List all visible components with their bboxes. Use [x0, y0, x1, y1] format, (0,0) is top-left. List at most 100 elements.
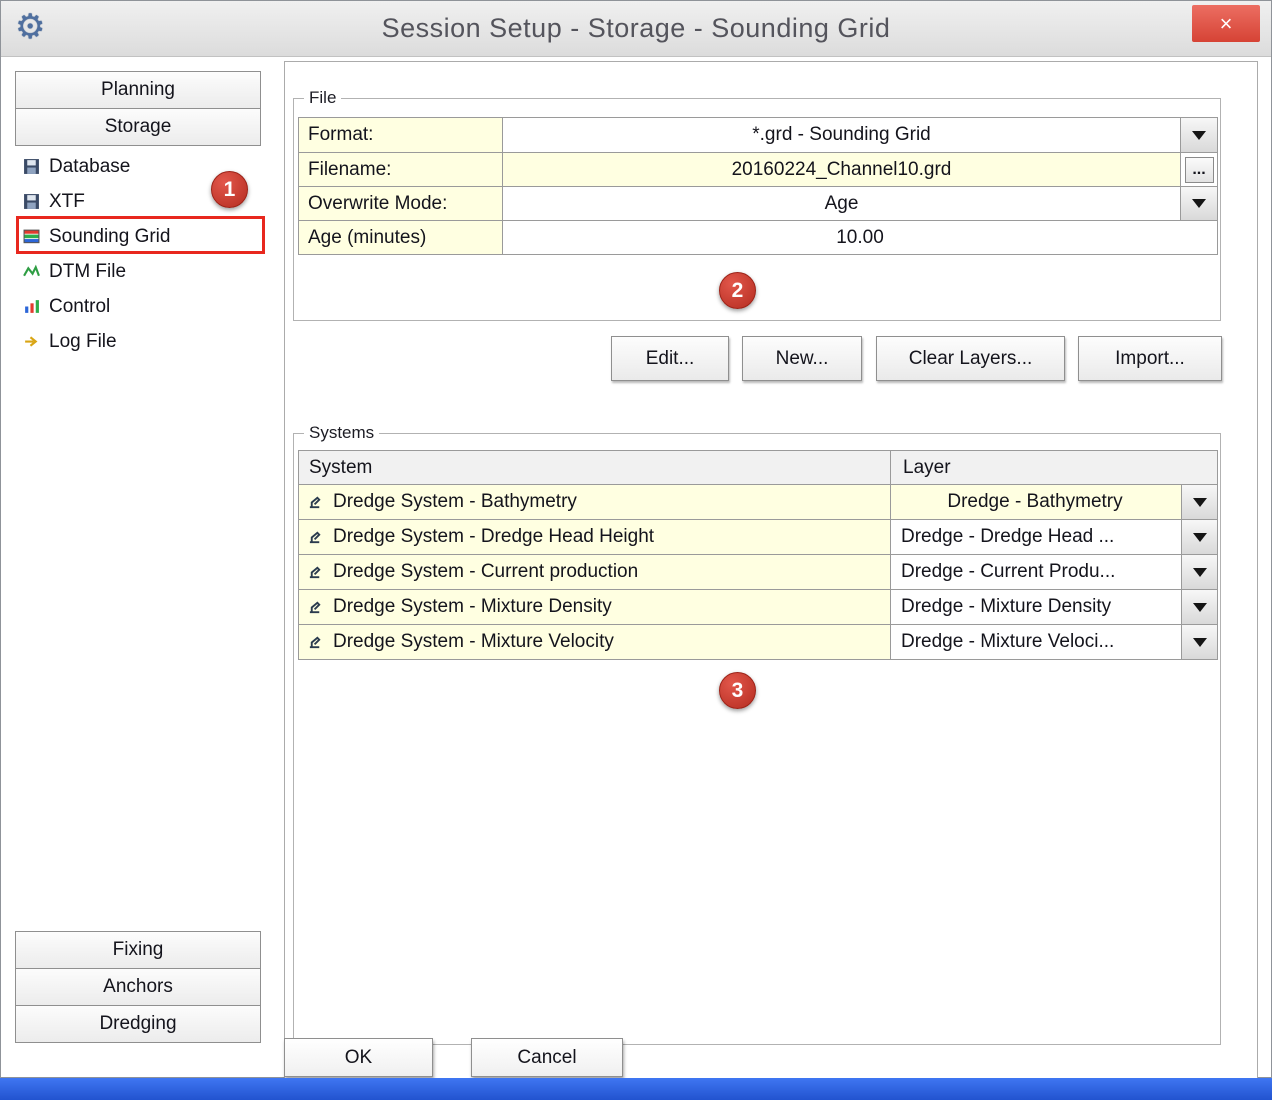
age-value[interactable]: 10.00	[503, 221, 1217, 254]
sidebar-item-label: Sounding Grid	[49, 226, 170, 248]
table-row: Dredge System - Mixture Velocity Dredge …	[299, 624, 1217, 659]
layer-cell-label: Dredge - Bathymetry	[947, 491, 1122, 513]
sidebar-item-label: Control	[49, 296, 110, 318]
titlebar: ⚙ Session Setup - Storage - Sounding Gri…	[1, 1, 1271, 57]
dredge-system-icon	[307, 494, 324, 511]
system-cell[interactable]: Dredge System - Mixture Density	[299, 590, 891, 624]
system-cell-label: Dredge System - Bathymetry	[333, 491, 577, 513]
cancel-button[interactable]: Cancel	[471, 1038, 623, 1077]
dropdown-arrow-icon	[1193, 603, 1207, 612]
system-cell-label: Dredge System - Mixture Velocity	[333, 631, 614, 653]
disk-icon	[23, 158, 40, 175]
layer-cell[interactable]: Dredge - Dredge Head ...	[891, 520, 1217, 554]
format-value[interactable]: *.grd - Sounding Grid	[503, 118, 1180, 152]
overwrite-mode-dropdown-button[interactable]	[1180, 187, 1217, 220]
dredge-system-icon	[307, 529, 324, 546]
filename-label: Filename:	[299, 153, 503, 186]
sidebar-button-storage[interactable]: Storage	[15, 108, 261, 146]
layer-cell-label: Dredge - Mixture Density	[901, 596, 1111, 618]
age-row: Age (minutes) 10.00	[299, 220, 1217, 254]
dredge-system-icon	[307, 634, 324, 651]
close-button[interactable]: ×	[1192, 5, 1260, 42]
ok-button[interactable]: OK	[284, 1038, 433, 1077]
dropdown-arrow-icon	[1192, 131, 1206, 140]
dropdown-arrow-icon	[1192, 199, 1206, 208]
system-cell-label: Dredge System - Mixture Density	[333, 596, 612, 618]
system-cell[interactable]: Dredge System - Dredge Head Height	[299, 520, 891, 554]
dropdown-arrow-icon	[1193, 638, 1207, 647]
overwrite-mode-value[interactable]: Age	[503, 187, 1180, 220]
layer-dropdown-button[interactable]	[1181, 520, 1217, 554]
terrain-icon	[23, 263, 40, 280]
sidebar-button-planning[interactable]: Planning	[15, 71, 261, 109]
table-row: Dredge System - Mixture Density Dredge -…	[299, 589, 1217, 624]
sidebar-item-label: Database	[49, 156, 130, 178]
sidebar-item-label: XTF	[49, 191, 85, 213]
chart-icon	[23, 298, 40, 315]
session-setup-dialog: ⚙ Session Setup - Storage - Sounding Gri…	[0, 0, 1272, 1078]
file-group-label: File	[304, 88, 341, 108]
file-table: Format: *.grd - Sounding Grid Filename: …	[298, 117, 1218, 255]
dredge-system-icon	[307, 564, 324, 581]
sidebar-item-sounding-grid[interactable]: Sounding Grid	[15, 219, 261, 254]
filename-value[interactable]: 20160224_Channel10.grd	[503, 153, 1180, 186]
table-row: Dredge System - Bathymetry Dredge - Bath…	[299, 484, 1217, 519]
layer-cell-label: Dredge - Current Produ...	[901, 561, 1115, 583]
layer-cell-label: Dredge - Mixture Veloci...	[901, 631, 1114, 653]
systems-table: System Layer Dredge System - Bathymetry …	[298, 450, 1218, 660]
systems-group-label: Systems	[304, 423, 379, 443]
format-row: Format: *.grd - Sounding Grid	[299, 118, 1217, 152]
systems-table-header: System Layer	[299, 451, 1217, 484]
dropdown-arrow-icon	[1193, 498, 1207, 507]
sidebar-button-fixing[interactable]: Fixing	[15, 931, 261, 969]
sidebar-item-log-file[interactable]: Log File	[15, 324, 261, 359]
annotation-step-2: 2	[719, 272, 756, 309]
format-label: Format:	[299, 118, 503, 152]
system-column-header: System	[299, 451, 891, 484]
system-cell[interactable]: Dredge System - Mixture Velocity	[299, 625, 891, 659]
sidebar-button-anchors[interactable]: Anchors	[15, 968, 261, 1006]
layer-dropdown-button[interactable]	[1181, 485, 1217, 519]
annotation-step-1: 1	[211, 171, 248, 208]
sidebar-button-dredging[interactable]: Dredging	[15, 1005, 261, 1043]
layer-cell[interactable]: Dredge - Current Produ...	[891, 555, 1217, 589]
clear-layers-button[interactable]: Clear Layers...	[876, 336, 1065, 381]
dredge-system-icon	[307, 599, 324, 616]
sounding-grid-icon	[23, 228, 40, 245]
layer-dropdown-button[interactable]	[1181, 625, 1217, 659]
age-label: Age (minutes)	[299, 221, 503, 254]
disk-icon	[23, 193, 40, 210]
overwrite-mode-label: Overwrite Mode:	[299, 187, 503, 220]
sidebar-item-dtm-file[interactable]: DTM File	[15, 254, 261, 289]
layer-dropdown-button[interactable]	[1181, 590, 1217, 624]
layer-cell[interactable]: Dredge - Mixture Veloci...	[891, 625, 1217, 659]
annotation-step-3: 3	[719, 672, 756, 709]
system-cell[interactable]: Dredge System - Current production	[299, 555, 891, 589]
system-cell-label: Dredge System - Dredge Head Height	[333, 526, 654, 548]
sidebar-item-label: DTM File	[49, 261, 126, 283]
layer-cell[interactable]: Dredge - Mixture Density	[891, 590, 1217, 624]
browse-button[interactable]: ...	[1185, 157, 1214, 183]
format-dropdown-button[interactable]	[1180, 118, 1217, 152]
window-title: Session Setup - Storage - Sounding Grid	[1, 13, 1271, 44]
layer-dropdown-button[interactable]	[1181, 555, 1217, 589]
layer-cell-label: Dredge - Dredge Head ...	[901, 526, 1114, 548]
desktop-strip	[0, 1078, 1272, 1100]
filename-row: Filename: 20160224_Channel10.grd ...	[299, 152, 1217, 186]
new-button[interactable]: New...	[742, 336, 862, 381]
dropdown-arrow-icon	[1193, 568, 1207, 577]
overwrite-mode-row: Overwrite Mode: Age	[299, 186, 1217, 220]
layer-column-header: Layer	[891, 451, 1217, 484]
sidebar-item-label: Log File	[49, 331, 117, 353]
desktop: ⚙ Session Setup - Storage - Sounding Gri…	[0, 0, 1272, 1100]
edit-button[interactable]: Edit...	[611, 336, 729, 381]
system-cell-label: Dredge System - Current production	[333, 561, 638, 583]
system-cell[interactable]: Dredge System - Bathymetry	[299, 485, 891, 519]
layer-cell[interactable]: Dredge - Bathymetry	[891, 485, 1217, 519]
import-button[interactable]: Import...	[1078, 336, 1222, 381]
dropdown-arrow-icon	[1193, 533, 1207, 542]
sidebar-item-control[interactable]: Control	[15, 289, 261, 324]
table-row: Dredge System - Current production Dredg…	[299, 554, 1217, 589]
table-row: Dredge System - Dredge Head Height Dredg…	[299, 519, 1217, 554]
filename-control-cell: ...	[1180, 153, 1217, 186]
